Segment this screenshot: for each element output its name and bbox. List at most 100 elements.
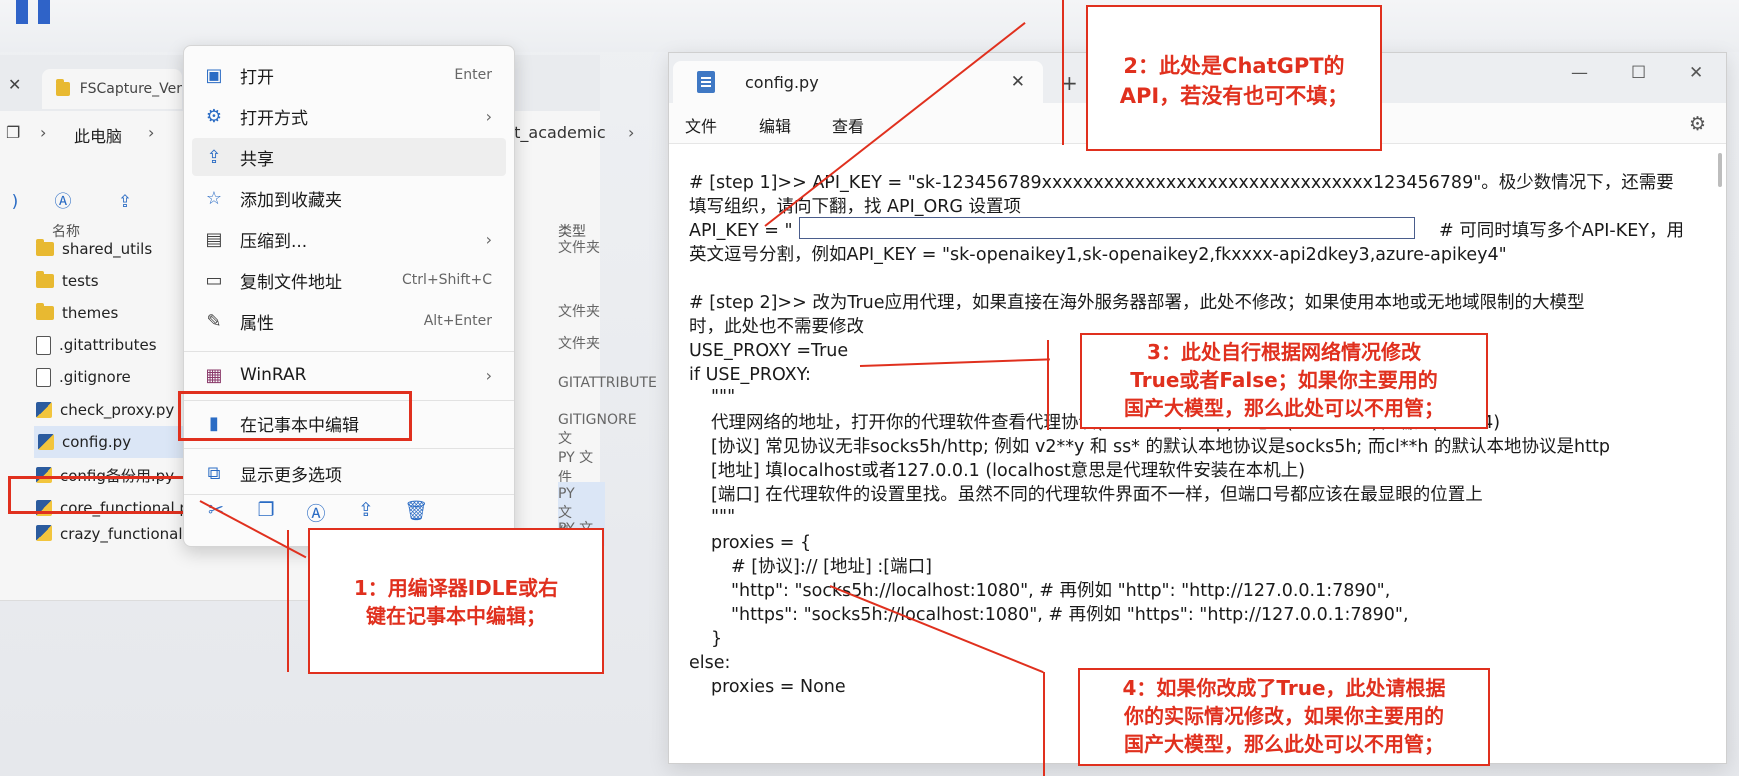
document-icon [36,335,51,355]
star-icon: ☆ [205,187,223,209]
folder-icon [36,271,54,288]
list-item[interactable]: themes [36,297,206,329]
code-line: 时，此处也不需要修改 [689,317,864,337]
share-icon: ⇪ [206,146,222,168]
code-line: "http": "socks5h://localhost:1080", # 再例… [731,581,1391,601]
context-menu: ▣ 打开 Enter ⚙ 打开方式 › ⇪ 共享 ☆ 添加到收藏夹 ▤ 压缩到.… [183,45,515,547]
code-line: # [step 2]>> 改为True应用代理，如果直接在海外服务器部署，此处不… [689,293,1585,313]
code-line: 填写组织，请向下翻，找 API_ORG 设置项 [689,197,1022,217]
menu-label: 复制文件地址 [240,272,342,293]
chevron-right-icon: › [40,123,47,142]
notepad-icon [697,71,715,93]
code-line: """ [711,387,736,407]
tab-config-py[interactable]: config.py ✕ [673,61,1043,103]
annotation-text: 3：此处自行根据网络情况修改 [1147,340,1421,364]
file-name: tests [62,272,99,290]
file-name: config.py [62,433,132,451]
code-line: [端口] 在代理软件的设置里找。虽然不同的代理软件界面不一样，但端口号都应该在最… [711,485,1483,505]
menu-item-winrar[interactable]: ▦ WinRAR › [192,356,506,394]
folder-icon [36,303,54,320]
code-line: API_KEY = " [689,221,793,241]
menu-item-properties[interactable]: ✎ 属性 Alt+Enter [192,302,506,340]
delete-icon[interactable]: 🗑 [402,499,430,526]
rename-icon[interactable]: Ⓐ [52,191,74,213]
menu-label: 压缩到... [240,231,308,252]
share-icon[interactable]: ⇪ [114,191,136,213]
menu-item-open[interactable]: ▣ 打开 Enter [192,56,506,94]
list-item[interactable]: .gitattributes [36,329,206,361]
menu-item-open-with[interactable]: ⚙ 打开方式 › [192,97,506,135]
annotation-text: True或者False；如果你主要用的 [1130,368,1438,392]
menu-edit[interactable]: 编辑 [759,113,791,137]
gear-icon[interactable]: ⚙ [1689,113,1706,135]
menu-item-copy-path[interactable]: ▭ 复制文件地址 Ctrl+Shift+C [192,261,506,299]
menu-file[interactable]: 文件 [685,113,717,137]
breadcrumb-folder[interactable]: pt_academic [504,123,606,142]
menu-item-more-options[interactable]: ⧉ 显示更多选项 [192,454,506,492]
scrollbar[interactable] [1718,153,1722,187]
winrar-icon: ▦ [205,364,223,386]
code-line: else: [689,653,731,673]
file-type: 文件夹 [558,304,600,320]
code-line: if USE_PROXY: [689,365,811,385]
menu-divider [184,494,514,495]
close-tab-icon[interactable]: ✕ [8,75,21,94]
list-item[interactable]: shared_utils [36,233,206,265]
annotation-3: 3：此处自行根据网络情况修改 True或者False；如果你主要用的 国产大模型… [1080,333,1488,429]
close-tab-icon[interactable]: ✕ [1011,72,1025,92]
menu-item-share[interactable]: ⇪ 共享 [192,138,506,176]
code-line: [协议] 常见协议无非socks5h/http; 例如 v2**y 和 ss* … [711,437,1610,457]
annotation-text: 2：此处是ChatGPT的 [1123,54,1345,78]
file-name: check_proxy.py [60,401,175,419]
minimize-icon[interactable]: — [1571,63,1588,83]
file-type: 文件夹 [558,240,600,256]
menu-divider [184,448,514,449]
rename-icon[interactable]: Ⓐ [302,499,330,526]
menu-item-add-favorites[interactable]: ☆ 添加到收藏夹 [192,179,506,217]
annotation-text: 4：如果你改成了True，此处请根据 [1122,676,1446,700]
code-line: proxies = { [711,533,812,553]
copy-path-icon: ▭ [205,269,223,291]
annotation-text: 键在记事本中编辑； [366,604,546,628]
menu-label: WinRAR [240,365,307,385]
list-item[interactable]: .gitignore [36,361,206,393]
new-icon[interactable]: ) [4,191,26,213]
menu-label: 共享 [240,149,274,170]
code-line: # 可同时填写多个API-KEY，用 [1439,221,1684,241]
folder-icon [56,79,70,96]
code-line: # [step 1]>> API_KEY = "sk-123456789xxxx… [689,173,1674,193]
file-name: .gitattributes [59,336,157,354]
list-item[interactable]: crazy_functional.py [36,525,206,543]
python-file-icon [38,434,54,450]
menu-item-compress[interactable]: ▤ 压缩到... › [192,220,506,258]
file-name: shared_utils [62,240,153,258]
breadcrumb-this-pc[interactable]: 此电脑 [74,123,122,147]
close-window-icon[interactable]: ✕ [1689,63,1703,83]
annotation-2: 2：此处是ChatGPT的 API，若没有也可不填； [1086,5,1382,151]
annotation-text: 国产大模型，那么此处可以不用管； [1124,396,1444,420]
annotation-connector [287,530,289,672]
file-type: PY 文件 [558,450,594,486]
file-name: .gitignore [59,368,131,386]
tab-fscapture[interactable]: FSCapture_Ver [42,69,182,109]
annotation-text: 你的实际情况修改，如果你主要用的 [1124,704,1444,728]
file-type: GITIGNORE 文 [558,412,637,447]
menu-shortcut: Alt+Enter [423,313,492,329]
tab-label: FSCapture_Ver [79,81,182,97]
annotation-connector [1062,0,1064,145]
code-line: "https": "socks5h://localhost:1080", # 再… [731,605,1409,625]
menu-view[interactable]: 查看 [832,113,864,137]
folder-icon [36,239,54,256]
share-icon[interactable]: ⇪ [352,499,380,526]
menu-label: 属性 [240,313,274,334]
nav-icon[interactable]: ❐ [6,123,20,142]
context-quick-actions: ✂ ❐ Ⓐ ⇪ 🗑 [202,499,430,526]
code-line: """ [711,507,736,527]
document-icon [36,367,51,387]
list-item[interactable]: tests [36,265,206,297]
chevron-right-icon: › [628,123,635,142]
list-item-selected[interactable]: config.py [34,426,184,458]
copy-icon[interactable]: ❐ [252,499,280,526]
code-line: 英文逗号分割，例如API_KEY = "sk-openaikey1,sk-ope… [689,245,1507,265]
maximize-icon[interactable]: ☐ [1631,63,1646,83]
